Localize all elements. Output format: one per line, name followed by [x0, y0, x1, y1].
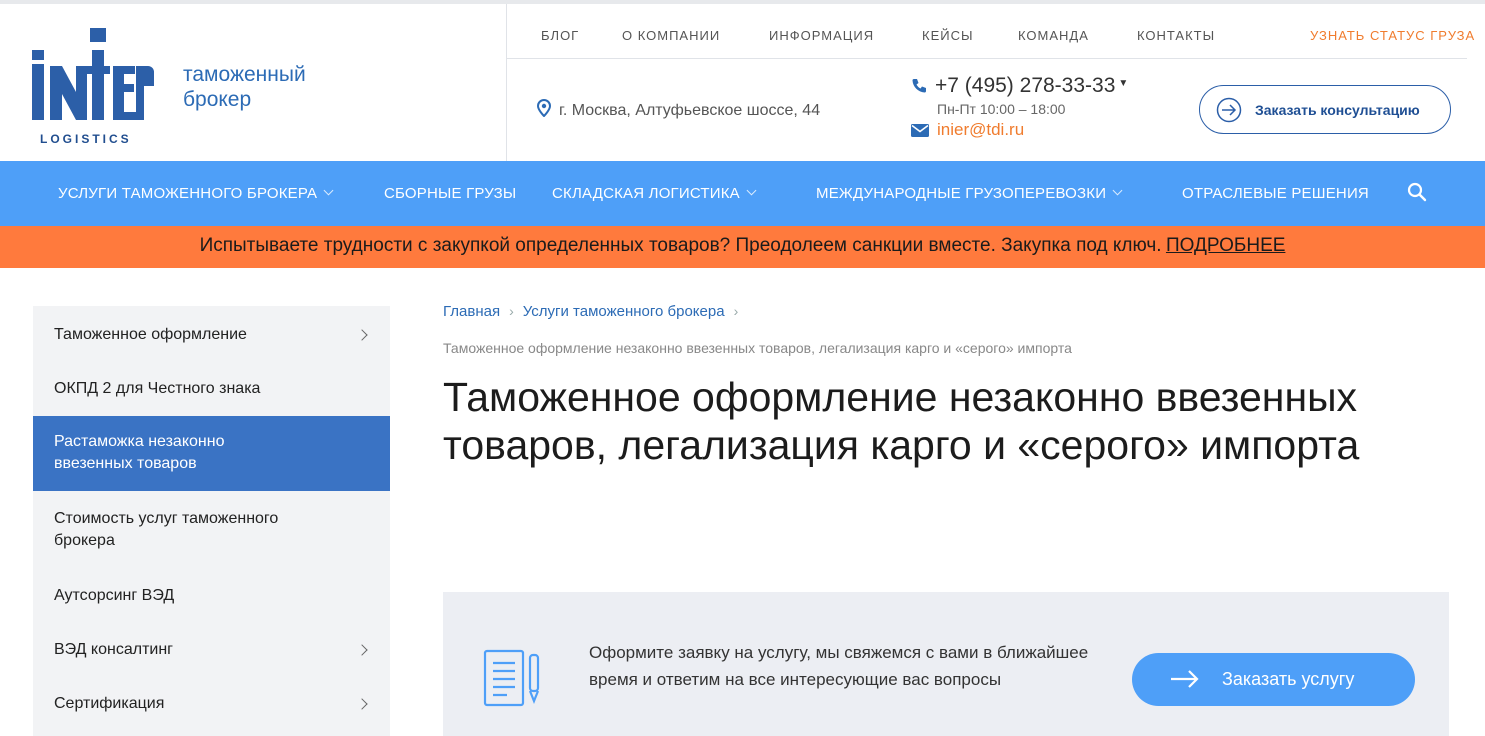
work-hours: Пн-Пт 10:00 – 18:00	[937, 101, 1066, 117]
breadcrumb-separator-icon: ›	[509, 303, 514, 319]
chevron-right-icon	[356, 698, 368, 710]
breadcrumb-home[interactable]: Главная	[443, 303, 500, 320]
sidebar-item-broker-cost[interactable]: Стоимость услуг таможенного брокера	[33, 491, 390, 577]
breadcrumb-separator-icon: ›	[733, 303, 739, 319]
breadcrumb: Главная › Услуги таможенного брокера ›	[443, 303, 747, 320]
order-description: Оформите заявку на услугу, мы свяжемся с…	[589, 643, 1089, 689]
menu-consolidated-cargo[interactable]: СБОРНЫЕ ГРУЗЫ	[384, 185, 516, 202]
sidebar-item-certification[interactable]: Сертификация	[33, 685, 390, 736]
address: г. Москва, Алтуфьевское шоссе, 44	[536, 98, 821, 120]
phone-icon	[912, 79, 926, 93]
cargo-status-link[interactable]: УЗНАТЬ СТАТУС ГРУЗА	[1310, 28, 1475, 43]
menu-customs-broker[interactable]: УСЛУГИ ТАМОЖЕННОГО БРОКЕРА	[58, 185, 334, 202]
location-pin-icon	[536, 98, 552, 118]
sidebar-menu: Таможенное оформление ОКПД 2 для Честног…	[33, 306, 390, 736]
chevron-right-icon	[356, 329, 368, 341]
phone-number[interactable]: +7 (495) 278-33-33	[935, 74, 1115, 97]
sidebar-item-customs-clearance[interactable]: Таможенное оформление	[33, 306, 390, 362]
sidebar-item-ved-outsourcing[interactable]: Аутсорсинг ВЭД	[33, 577, 390, 631]
site-header: LOGISTICS таможенный брокер БЛОГ О КОМПА…	[0, 4, 1485, 161]
chevron-down-icon	[1112, 185, 1123, 196]
page-title: Таможенное оформление незаконно ввезенны…	[443, 374, 1360, 468]
menu-industry-solutions[interactable]: ОТРАСЛЕВЫЕ РЕШЕНИЯ	[1182, 185, 1369, 202]
top-nav-cases[interactable]: КЕЙСЫ	[922, 28, 973, 43]
phone[interactable]: +7 (495) 278-33-33 ▼	[911, 74, 1128, 98]
header-divider-vertical	[506, 4, 507, 161]
sidebar-item-illegal-goods[interactable]: Растаможка незаконно ввезенных товаров	[33, 416, 390, 491]
sidebar-item-okpd2[interactable]: ОКПД 2 для Честного знака	[33, 362, 390, 416]
chevron-down-icon	[746, 185, 757, 196]
arrow-right-icon	[1171, 670, 1199, 688]
order-service-box: Оформите заявку на услугу, мы свяжемся с…	[443, 592, 1449, 736]
menu-warehouse-logistics[interactable]: СКЛАДСКАЯ ЛОГИСТИКА	[552, 185, 757, 202]
order-service-button-label: Заказать услугу	[1222, 669, 1355, 689]
phone-dropdown-icon[interactable]: ▼	[1118, 78, 1128, 89]
top-nav-contacts[interactable]: КОНТАКТЫ	[1137, 28, 1215, 43]
logo-subtitle: LOGISTICS	[40, 132, 132, 146]
search-icon[interactable]	[1407, 182, 1427, 202]
page-subtitle: Таможенное оформление незаконно ввезенны…	[443, 340, 1072, 356]
promo-banner: Испытываете трудности с закупкой определ…	[0, 226, 1485, 268]
consult-button[interactable]: Заказать консультацию	[1199, 85, 1451, 134]
email[interactable]: inier@tdi.ru	[911, 120, 1024, 140]
promo-banner-text: Испытываете трудности с закупкой определ…	[199, 235, 1162, 256]
order-service-button[interactable]: Заказать услугу	[1132, 653, 1415, 706]
main-menu: УСЛУГИ ТАМОЖЕННОГО БРОКЕРА СБОРНЫЕ ГРУЗЫ…	[0, 161, 1485, 226]
top-nav-company[interactable]: О КОМПАНИИ	[622, 28, 720, 43]
chevron-down-icon	[323, 185, 334, 196]
menu-international-freight[interactable]: МЕЖДУНАРОДНЫЕ ГРУЗОПЕРЕВОЗКИ	[816, 185, 1123, 202]
email-link[interactable]: inier@tdi.ru	[937, 120, 1024, 139]
top-nav-blog[interactable]: БЛОГ	[541, 28, 579, 43]
header-divider-horizontal	[507, 58, 1467, 59]
breadcrumb-customs-broker[interactable]: Услуги таможенного брокера	[523, 303, 725, 320]
chevron-right-icon	[356, 644, 368, 656]
document-pen-icon	[483, 649, 540, 707]
top-nav-info[interactable]: ИНФОРМАЦИЯ	[769, 28, 874, 43]
consult-button-label: Заказать консультацию	[1255, 102, 1420, 118]
sidebar-item-ved-consulting[interactable]: ВЭД консалтинг	[33, 631, 390, 685]
logo-tagline: таможенный брокер	[183, 63, 306, 111]
top-nav-team[interactable]: КОМАНДА	[1018, 28, 1089, 43]
promo-banner-link[interactable]: ПОДРОБНЕЕ	[1166, 235, 1285, 256]
top-nav: БЛОГ О КОМПАНИИ ИНФОРМАЦИЯ КЕЙСЫ КОМАНДА…	[0, 28, 1485, 46]
mail-icon	[911, 124, 929, 137]
address-text: г. Москва, Алтуфьевское шоссе, 44	[559, 102, 821, 119]
arrow-circle-icon	[1216, 97, 1242, 123]
